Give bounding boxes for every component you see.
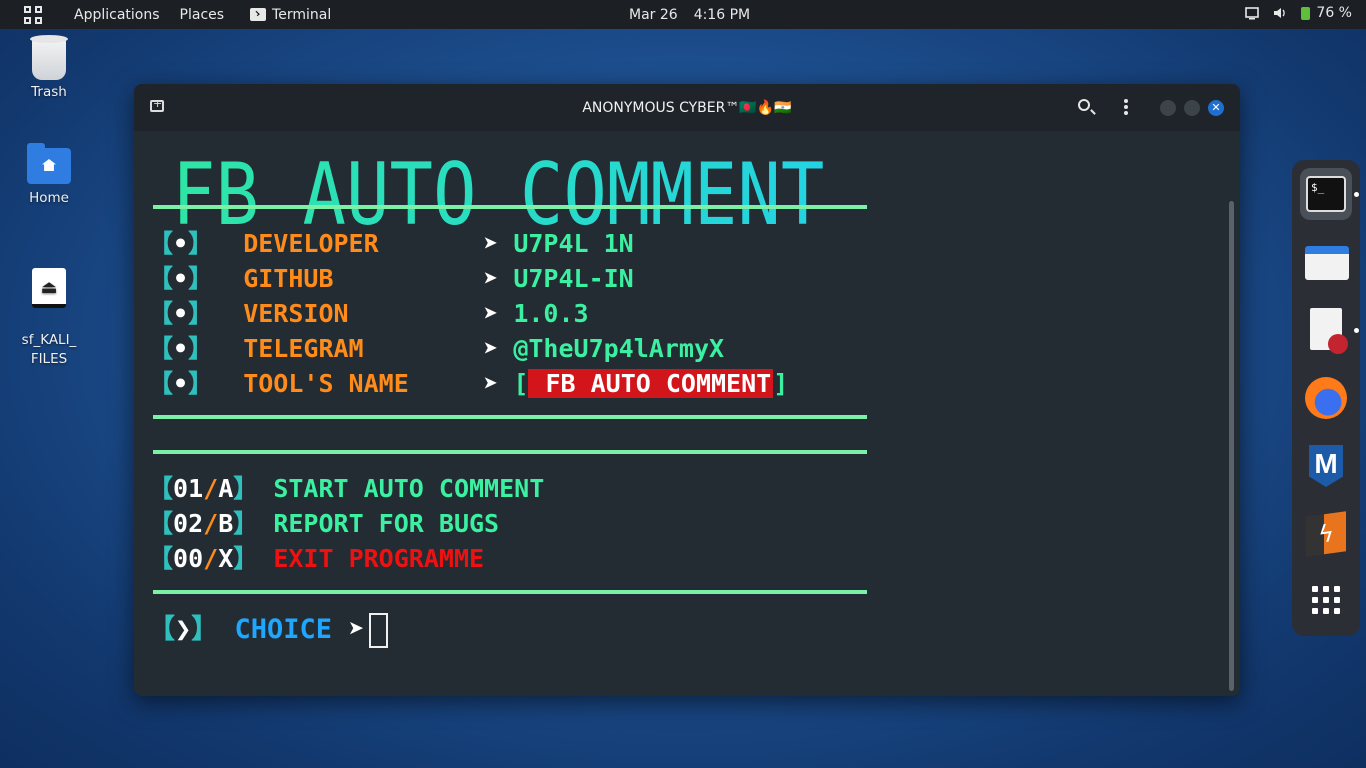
- desktop-icon-label: Home: [29, 190, 69, 206]
- active-app-menu[interactable]: Terminal: [234, 7, 331, 23]
- minimize-button[interactable]: [1160, 100, 1176, 116]
- info-row-toolname: 【•】 TOOL'S NAME ➤ [ FB AUTO COMMENT]: [148, 369, 789, 398]
- dock: $_ M ϟ: [1292, 160, 1360, 636]
- dock-app-grid[interactable]: [1300, 574, 1352, 626]
- running-indicator: [1354, 328, 1359, 333]
- info-row-developer: 【•】 DEVELOPER ➤ U7P4L 1N: [148, 229, 634, 258]
- dock-metasploit[interactable]: M: [1300, 440, 1352, 492]
- volume-icon[interactable]: [1273, 6, 1287, 20]
- scrollbar[interactable]: [1229, 201, 1234, 691]
- divider-line: [153, 590, 867, 594]
- info-row-version: 【•】 VERSION ➤ 1.0.3: [148, 299, 589, 328]
- places-menu[interactable]: Places: [170, 7, 235, 23]
- screen-icon[interactable]: [1245, 6, 1260, 20]
- app-grid-icon: [1312, 586, 1340, 614]
- dock-text-editor[interactable]: [1300, 304, 1359, 356]
- new-tab-icon[interactable]: [150, 97, 164, 112]
- metasploit-icon: M: [1309, 445, 1343, 487]
- battery-icon: [1301, 6, 1311, 20]
- text-editor-icon: [1310, 308, 1348, 354]
- drive-eject-icon: ⏏: [32, 268, 66, 308]
- trash-icon: [30, 35, 68, 80]
- desktop-icon-label: Trash: [31, 84, 67, 100]
- info-row-github: 【•】 GITHUB ➤ U7P4L-IN: [148, 264, 634, 293]
- divider-line: [153, 205, 867, 209]
- date-label: Mar 26: [629, 7, 678, 23]
- desktop-icon-kali-files[interactable]: ⏏ sf_KALI_ FILES: [9, 249, 89, 388]
- divider-line: [153, 450, 867, 454]
- files-icon: [1305, 246, 1349, 280]
- system-tray[interactable]: 76 %: [1245, 5, 1352, 21]
- running-indicator: [1354, 192, 1359, 197]
- battery-label: 76 %: [1316, 5, 1352, 21]
- active-app-label: Terminal: [272, 6, 332, 23]
- activities-grid-icon[interactable]: [0, 0, 64, 29]
- desktop-icon-label: sf_KALI_ FILES: [21, 332, 77, 367]
- menu-option-start: 【01/A】 START AUTO COMMENT: [148, 474, 545, 503]
- window-title: ANONYMOUS CYBER™🇧🇩🔥🇮🇳: [582, 99, 792, 116]
- applications-menu[interactable]: Applications: [64, 7, 170, 23]
- terminal-icon: $_: [1306, 176, 1346, 212]
- terminal-output[interactable]: FB AUTO COMMENT 【•】 DEVELOPER ➤ U7P4L 1N …: [134, 131, 1226, 696]
- burpsuite-icon: ϟ: [1306, 511, 1346, 557]
- home-folder-icon: [27, 143, 71, 184]
- terminal-small-icon: [250, 8, 267, 21]
- window-titlebar[interactable]: ANONYMOUS CYBER™🇧🇩🔥🇮🇳 ✕: [134, 84, 1240, 131]
- close-button[interactable]: ✕: [1208, 100, 1224, 116]
- terminal-window[interactable]: ANONYMOUS CYBER™🇧🇩🔥🇮🇳 ✕ FB AUTO COMMENT …: [134, 84, 1240, 696]
- info-row-telegram: 【•】 TELEGRAM ➤ @TheU7p4lArmyX: [148, 334, 725, 363]
- desktop-icon-home[interactable]: Home: [9, 143, 89, 206]
- menu-kebab-icon[interactable]: [1124, 99, 1128, 115]
- search-icon[interactable]: [1078, 99, 1090, 111]
- clock[interactable]: Mar 26 4:16 PM: [629, 7, 750, 23]
- choice-prompt[interactable]: 【❯】 CHOICE ➤: [148, 607, 388, 648]
- tool-name-badge: FB AUTO COMMENT: [528, 369, 774, 398]
- dock-terminal[interactable]: $_: [1300, 168, 1359, 220]
- maximize-button[interactable]: [1184, 100, 1200, 116]
- dock-burpsuite[interactable]: ϟ: [1300, 508, 1352, 560]
- firefox-icon: [1305, 377, 1347, 419]
- top-panel: Applications Places Terminal Mar 26 4:16…: [0, 0, 1366, 29]
- dock-files[interactable]: [1300, 236, 1352, 288]
- menu-option-report: 【02/B】 REPORT FOR BUGS: [148, 509, 500, 538]
- time-label: 4:16 PM: [693, 7, 751, 23]
- divider-line: [153, 415, 867, 419]
- dock-firefox[interactable]: [1300, 372, 1352, 424]
- battery-indicator[interactable]: 76 %: [1301, 5, 1352, 21]
- text-cursor[interactable]: [368, 613, 388, 648]
- desktop-icon-trash[interactable]: Trash: [9, 35, 89, 100]
- menu-option-exit: 【00/X】 EXIT PROGRAMME: [148, 544, 485, 573]
